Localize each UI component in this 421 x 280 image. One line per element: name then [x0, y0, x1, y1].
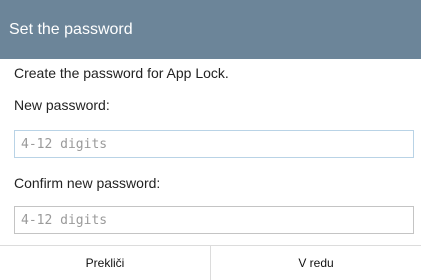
cancel-button[interactable]: Prekliči — [0, 246, 211, 280]
ok-button-label: V redu — [298, 256, 334, 270]
confirm-password-label: Confirm new password: — [14, 175, 161, 191]
dialog-title: Set the password — [9, 20, 133, 38]
dialog-titlebar: Set the password — [0, 0, 421, 59]
dialog-description: Create the password for App Lock. — [14, 65, 229, 81]
confirm-password-input[interactable] — [14, 206, 414, 234]
new-password-input[interactable] — [14, 130, 414, 158]
ok-button[interactable]: V redu — [211, 246, 421, 280]
dialog-button-bar: Prekliči V redu — [0, 245, 421, 280]
new-password-label: New password: — [14, 97, 110, 113]
set-password-dialog: Set the password Create the password for… — [0, 0, 421, 280]
cancel-button-label: Prekliči — [85, 256, 125, 270]
dialog-body: Create the password for App Lock. New pa… — [0, 59, 421, 245]
